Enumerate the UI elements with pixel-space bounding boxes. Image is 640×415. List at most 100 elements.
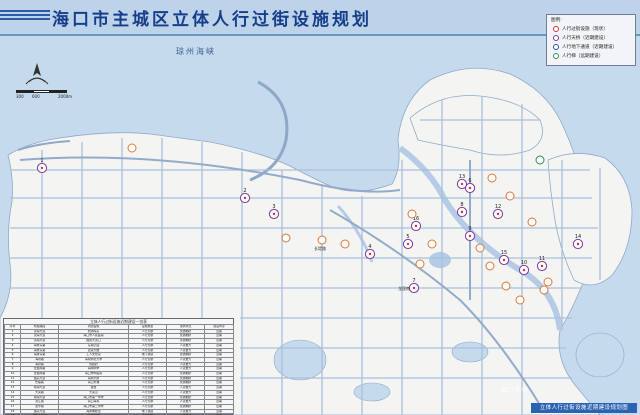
legend-item: 人行地下通道（近期建设）: [553, 43, 617, 51]
title-stripe: [0, 18, 50, 20]
lake: [575, 332, 625, 378]
marker-dot-icon: [272, 212, 276, 216]
lake: [353, 382, 391, 402]
scale-segment: [50, 90, 67, 93]
watermark: 海口发布: [500, 386, 528, 394]
marker-circle-icon: [485, 261, 495, 271]
table: 序号 所在路段 周边设施 设施类型 现状状况 建设时序 1 滨海大道 新港码头 人行天桥 交通拥挤…: [4, 324, 234, 415]
title-stripe: [0, 14, 50, 16]
marker-dot-icon: [468, 234, 472, 238]
title-bar: 海口市主城区立体人行过街设施规划: [0, 0, 640, 36]
crossing-marker[interactable]: [485, 261, 495, 271]
circle-icon: [553, 53, 559, 59]
lake: [429, 252, 451, 268]
crossing-marker[interactable]: [501, 281, 511, 291]
crossing-marker[interactable]: [543, 277, 553, 287]
circle-icon: [553, 35, 559, 41]
marker-label: 10: [521, 260, 527, 266]
marker-dot-icon: [460, 182, 464, 186]
marker-circle-icon: [527, 217, 537, 227]
legend-label: 人行地下通道（近期建设）: [562, 45, 618, 50]
marker-circle-icon: [515, 295, 525, 305]
crossing-marker[interactable]: [281, 233, 291, 243]
place-label: 龙昆南: [398, 285, 410, 291]
crossing-marker[interactable]: [505, 191, 515, 201]
marker-label: 3: [272, 204, 275, 210]
marker-circle-icon: [127, 143, 137, 153]
marker-dot-icon: [414, 224, 418, 228]
crossing-marker[interactable]: [317, 235, 327, 245]
marker-label: 8: [460, 202, 463, 208]
legend-item: 人行过街设施（现状）: [553, 25, 608, 33]
marker-label: 6: [468, 178, 471, 184]
marker-dot-icon: [368, 252, 372, 256]
marker-dot-icon: [576, 242, 580, 246]
marker-label: 15: [501, 250, 507, 256]
marker-circle-icon: [281, 233, 291, 243]
north-arrow-icon: [25, 63, 49, 85]
legend: 图例: 人行过街设施（现状） 人行天桥（近期建设） 人行地下通道（近期建设） 人…: [546, 14, 636, 66]
crossing-marker[interactable]: [415, 259, 425, 269]
marker-label: 13: [459, 174, 465, 180]
crossing-marker[interactable]: [487, 173, 497, 183]
map-label: 立体人行过街设施近期建设规划图: [531, 403, 637, 413]
crossing-marker[interactable]: [535, 155, 545, 165]
legend-label: 人行梯（远期建设）: [562, 54, 604, 59]
marker-label: 2: [243, 188, 246, 194]
title-stripe: [0, 10, 50, 12]
marker-circle-icon: [487, 173, 497, 183]
scale-label: 2000m: [58, 94, 73, 99]
marker-dot-icon: [540, 264, 544, 268]
marker-dot-icon: [468, 186, 472, 190]
marker-label: 1: [40, 158, 43, 164]
marker-circle-icon: [317, 235, 327, 245]
marker-label: 4: [368, 244, 371, 250]
marker-label: 12: [495, 204, 501, 210]
table-body: 1 滨海大道 新港码头 人行天桥 交通拥挤 近期 2 滨海大道 海口市人民医院 人行天桥 交通拥挤近…: [4, 328, 234, 415]
crossing-marker[interactable]: [127, 143, 137, 153]
marker-circle-icon: [535, 155, 545, 165]
circle-icon: [553, 44, 559, 50]
scale-label: 300: [16, 94, 24, 99]
marker-dot-icon: [406, 242, 410, 246]
crossing-marker[interactable]: [340, 239, 350, 249]
marker-dot-icon: [40, 166, 44, 170]
sea-label: 琼州海峡: [176, 47, 216, 56]
crossing-marker[interactable]: [539, 285, 549, 295]
marker-circle-icon: [543, 277, 553, 287]
marker-label: 14: [575, 234, 581, 240]
crossing-marker[interactable]: [427, 239, 437, 249]
map-figure: 海口市主城区立体人行过街设施规划 长堤路 龙昆南 1 2 3 4 5 6 7 8…: [0, 0, 640, 415]
marker-circle-icon: [427, 239, 437, 249]
marker-circle-icon: [340, 239, 350, 249]
scale-bar: 300 600 2000m: [16, 90, 73, 102]
marker-circle-icon: [505, 191, 515, 201]
marker-label: 11: [539, 256, 545, 262]
marker-dot-icon: [522, 268, 526, 272]
marker-label: 9: [468, 226, 471, 232]
marker-dot-icon: [502, 258, 506, 262]
marker-dot-icon: [460, 210, 464, 214]
legend-label: 人行天桥（近期建设）: [562, 36, 608, 41]
marker-dot-icon: [496, 212, 500, 216]
legend-label: 人行过街设施（现状）: [562, 27, 608, 32]
marker-label: 5: [406, 234, 409, 240]
scale-segment: [33, 90, 50, 93]
place-label: 长堤路: [314, 245, 326, 251]
legend-item: 人行天桥（近期建设）: [553, 34, 608, 42]
crossing-marker[interactable]: [475, 243, 485, 253]
crossing-marker[interactable]: [407, 209, 417, 219]
marker-circle-icon: [539, 285, 549, 295]
marker-circle-icon: [407, 209, 417, 219]
marker-circle-icon: [415, 259, 425, 269]
marker-dot-icon: [412, 286, 416, 290]
scale-segment: [16, 90, 33, 93]
page-title: 海口市主城区立体人行过街设施规划: [52, 10, 372, 30]
crossing-marker[interactable]: [527, 217, 537, 227]
facility-table: 立体人行过街设施近期建设一览表 序号 所在路段 周边设施 设施类型 现状状况 建设时序 1…: [3, 318, 234, 415]
marker-circle-icon: [475, 243, 485, 253]
marker-dot-icon: [243, 196, 247, 200]
legend-title: 图例:: [551, 18, 562, 23]
legend-item: 人行梯（远期建设）: [553, 52, 603, 60]
crossing-marker[interactable]: [515, 295, 525, 305]
